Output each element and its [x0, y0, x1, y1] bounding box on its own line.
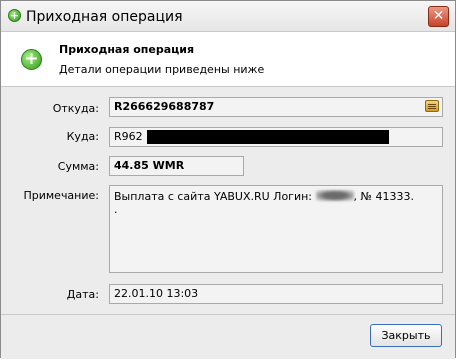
amount-label: Сумма: [57, 160, 99, 173]
from-label: Откуда: [52, 102, 99, 115]
plus-circle-icon: + [21, 49, 42, 70]
from-value: R266629688787 [114, 100, 215, 113]
header-band: + Приходная операция Детали операции при… [1, 32, 455, 87]
header-subtitle: Детали операции приведены ниже [59, 63, 265, 76]
footer-bar: Закрыть [1, 314, 455, 359]
to-value: R962 [114, 130, 143, 143]
operation-window: + Приходная операция ✕ + Приходная опера… [0, 0, 456, 359]
from-field[interactable]: R266629688787 [109, 97, 443, 117]
date-value: 22.01.10 13:03 [114, 287, 199, 300]
blurred-login [315, 190, 354, 201]
close-button[interactable]: Закрыть [370, 324, 442, 347]
note-label: Примечание: [23, 189, 99, 202]
window-title: Приходная операция [26, 9, 183, 25]
note-textarea[interactable]: Выплата с сайта YABUX.RU Логин: , № 4133… [109, 185, 443, 273]
wallet-icon[interactable] [425, 100, 439, 112]
redaction-bar [147, 130, 389, 144]
note-second-line: . [114, 203, 118, 216]
amount-field[interactable]: 44.85 WMR [109, 156, 244, 176]
amount-value: 44.85 WMR [114, 159, 185, 172]
note-text-start: Выплата с сайта YABUX.RU Логин: [114, 190, 316, 203]
date-label: Дата: [66, 288, 99, 301]
to-label: Куда: [66, 130, 99, 143]
title-bar[interactable]: + Приходная операция ✕ [1, 1, 455, 32]
plus-icon: + [8, 9, 21, 22]
details-panel: Откуда: R266629688787 Куда: R962 Сумма: … [1, 87, 455, 314]
date-field[interactable]: 22.01.10 13:03 [109, 284, 443, 304]
header-title: Приходная операция [59, 43, 195, 56]
window-close-button[interactable]: ✕ [428, 6, 449, 27]
note-text-end: , № 41333. [353, 190, 414, 203]
